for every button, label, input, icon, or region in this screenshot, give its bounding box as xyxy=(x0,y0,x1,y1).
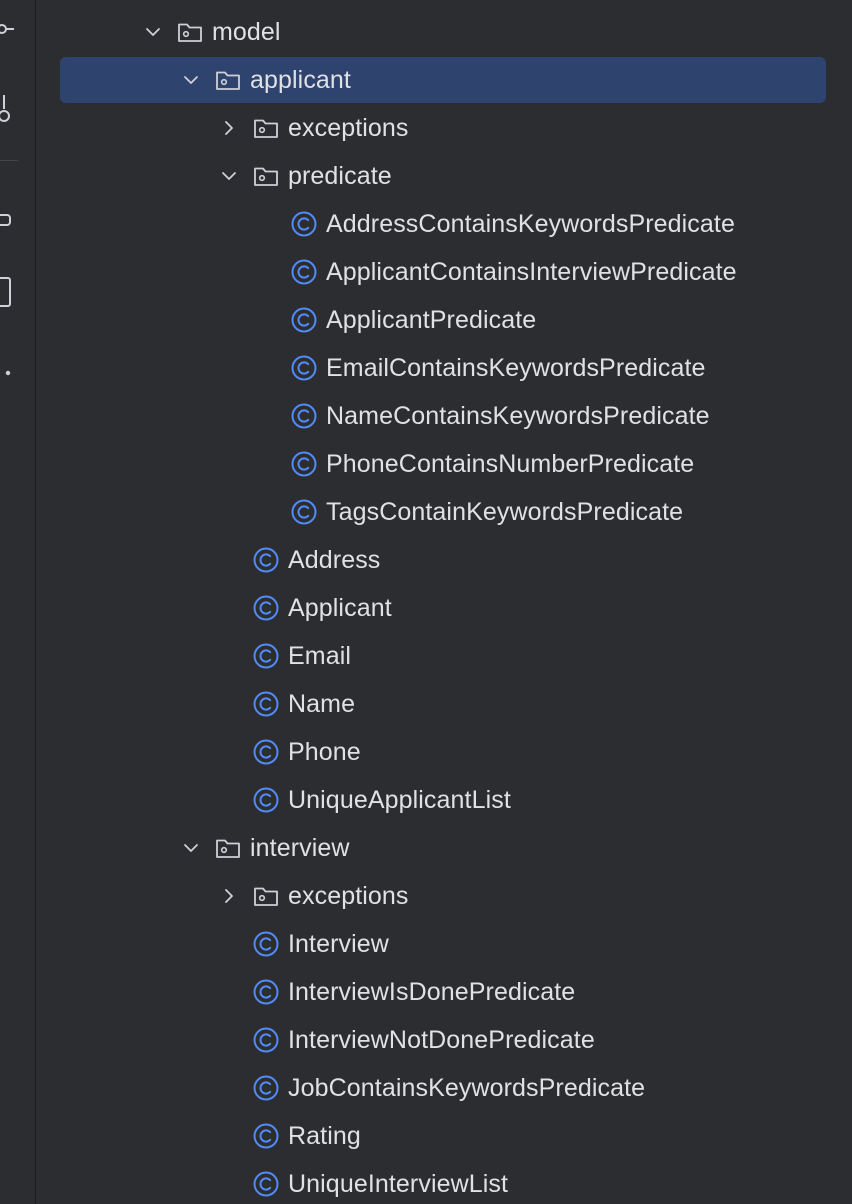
tree-item-label: Address xyxy=(288,545,381,574)
tree-class-row[interactable]: Applicant xyxy=(36,584,852,632)
tree-folder-row[interactable]: model xyxy=(36,8,852,56)
tree-item-label: ApplicantContainsInterviewPredicate xyxy=(326,257,737,286)
structure-icon[interactable] xyxy=(0,206,14,236)
java-class-icon xyxy=(290,306,318,334)
tree-item-label: exceptions xyxy=(288,881,409,910)
tree-item-label: model xyxy=(212,17,281,46)
chevron-down-icon[interactable] xyxy=(178,67,204,93)
chevron-down-icon[interactable] xyxy=(178,835,204,861)
tree-item-label: interview xyxy=(250,833,350,862)
tree-item-label: TagsContainKeywordsPredicate xyxy=(326,497,684,526)
tree-class-row[interactable]: UniqueInterviewList xyxy=(36,1160,852,1204)
tree-class-row[interactable]: Name xyxy=(36,680,852,728)
tree-class-row[interactable]: InterviewNotDonePredicate xyxy=(36,1016,852,1064)
tree-item-label: UniqueInterviewList xyxy=(288,1169,509,1198)
tree-class-row[interactable]: PhoneContainsNumberPredicate xyxy=(36,440,852,488)
tree-item-label: InterviewNotDonePredicate xyxy=(288,1025,595,1054)
tree-class-row[interactable]: TagsContainKeywordsPredicate xyxy=(36,488,852,536)
java-class-icon xyxy=(252,594,280,622)
tool-window-strip xyxy=(0,0,36,1204)
tree-class-row[interactable]: ApplicantContainsInterviewPredicate xyxy=(36,248,852,296)
tree-item-label: NameContainsKeywordsPredicate xyxy=(326,401,710,430)
package-folder-icon xyxy=(214,834,242,862)
tree-item-label: JobContainsKeywordsPredicate xyxy=(288,1073,646,1102)
strip-divider xyxy=(0,160,18,161)
tree-item-label: applicant xyxy=(250,65,351,94)
tree-class-row[interactable]: EmailContainsKeywordsPredicate xyxy=(36,344,852,392)
tree-folder-row[interactable]: exceptions xyxy=(36,872,852,920)
java-class-icon xyxy=(252,690,280,718)
commit-icon[interactable] xyxy=(0,14,14,44)
java-class-icon xyxy=(252,978,280,1006)
java-class-icon xyxy=(252,546,280,574)
tree-folder-row[interactable]: interview xyxy=(36,824,852,872)
tree-item-label: Interview xyxy=(288,929,389,958)
bookmarks-icon[interactable] xyxy=(0,276,14,310)
tree-class-row[interactable]: ApplicantPredicate xyxy=(36,296,852,344)
chevron-down-icon[interactable] xyxy=(216,163,242,189)
tree-item-label: Applicant xyxy=(288,593,392,622)
tree-item-label: Rating xyxy=(288,1121,361,1150)
tree-class-row[interactable]: Email xyxy=(36,632,852,680)
tree-item-label: ApplicantPredicate xyxy=(326,305,537,334)
tree-class-row[interactable]: InterviewIsDonePredicate xyxy=(36,968,852,1016)
tree-item-label: UniqueApplicantList xyxy=(288,785,511,814)
java-class-icon xyxy=(252,1074,280,1102)
package-folder-icon xyxy=(252,162,280,190)
tree-class-row[interactable]: JobContainsKeywordsPredicate xyxy=(36,1064,852,1112)
project-tool-window: model applicant exceptions predicate Address… xyxy=(0,0,852,1204)
tree-class-row[interactable]: Phone xyxy=(36,728,852,776)
java-class-icon xyxy=(252,738,280,766)
java-class-icon xyxy=(290,498,318,526)
package-folder-icon xyxy=(214,66,242,94)
tree-item-label: Email xyxy=(288,641,352,670)
java-class-icon xyxy=(290,210,318,238)
package-folder-icon xyxy=(252,114,280,142)
tree-item-label: AddressContainsKeywordsPredicate xyxy=(326,209,735,238)
tree-item-label: predicate xyxy=(288,161,392,190)
tree-item-label: exceptions xyxy=(288,113,409,142)
project-tree: model applicant exceptions predicate Address… xyxy=(36,8,852,1204)
java-class-icon xyxy=(252,642,280,670)
java-class-icon xyxy=(252,930,280,958)
chevron-right-icon[interactable] xyxy=(216,115,242,141)
pull-requests-icon[interactable] xyxy=(0,95,14,125)
tree-class-row[interactable]: NameContainsKeywordsPredicate xyxy=(36,392,852,440)
tree-item-label: InterviewIsDonePredicate xyxy=(288,977,576,1006)
java-class-icon xyxy=(290,258,318,286)
chevron-right-icon[interactable] xyxy=(216,883,242,909)
more-icon[interactable] xyxy=(0,358,14,388)
package-folder-icon xyxy=(176,18,204,46)
java-class-icon xyxy=(252,1026,280,1054)
tree-folder-row[interactable]: predicate xyxy=(36,152,852,200)
tree-class-row[interactable]: Address xyxy=(36,536,852,584)
tree-folder-row[interactable]: exceptions xyxy=(36,104,852,152)
java-class-icon xyxy=(252,1170,280,1198)
java-class-icon xyxy=(290,450,318,478)
tree-class-row[interactable]: Interview xyxy=(36,920,852,968)
tree-item-label: Name xyxy=(288,689,356,718)
tree-class-row[interactable]: UniqueApplicantList xyxy=(36,776,852,824)
tree-item-label: PhoneContainsNumberPredicate xyxy=(326,449,695,478)
tree-class-row[interactable]: AddressContainsKeywordsPredicate xyxy=(36,200,852,248)
tree-item-label: Phone xyxy=(288,737,361,766)
tree-class-row[interactable]: Rating xyxy=(36,1112,852,1160)
java-class-icon xyxy=(252,1122,280,1150)
package-folder-icon xyxy=(252,882,280,910)
tree-folder-row[interactable]: applicant xyxy=(36,56,852,104)
java-class-icon xyxy=(290,354,318,382)
java-class-icon xyxy=(252,786,280,814)
java-class-icon xyxy=(290,402,318,430)
chevron-down-icon[interactable] xyxy=(140,19,166,45)
tree-item-label: EmailContainsKeywordsPredicate xyxy=(326,353,706,382)
